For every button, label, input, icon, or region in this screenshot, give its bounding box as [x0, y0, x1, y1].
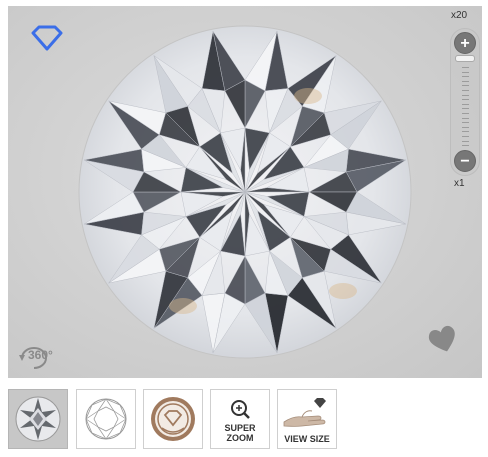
- diamond-diagram-icon: [85, 398, 127, 440]
- thumbnail-certificate[interactable]: [143, 389, 203, 449]
- zoom-minus-icon: −: [460, 153, 470, 170]
- heart-icon[interactable]: [426, 324, 460, 354]
- zoom-tick: [462, 80, 469, 82]
- zoom-slider-handle[interactable]: [455, 55, 475, 62]
- zoom-tick: [462, 145, 469, 147]
- hand-icon: [283, 398, 326, 427]
- zoom-tick: [462, 76, 469, 78]
- zoom-tick: [462, 122, 469, 124]
- diamond-viewer[interactable]: 360° x20 + − x1: [8, 6, 482, 378]
- zoom-plus-button[interactable]: +: [454, 32, 476, 54]
- diamond-reflection: [329, 283, 357, 299]
- zoom-tick: [462, 67, 469, 68]
- zoom-tick: [462, 94, 469, 96]
- zoom-tick: [462, 108, 469, 110]
- zoom-tick: [462, 140, 469, 142]
- diamond-photo-icon: [15, 396, 61, 442]
- zoom-tick: [462, 103, 469, 105]
- diamond-reflection: [294, 88, 322, 104]
- zoom-slider[interactable]: + −: [450, 28, 480, 176]
- zoom-tick: [462, 85, 469, 87]
- zoom-tick: [462, 113, 469, 114]
- super-zoom-label-line2: ZOOM: [226, 433, 254, 443]
- magnifier-icon: [231, 400, 250, 419]
- diamond-reflection: [169, 298, 197, 314]
- thumbnail-view-size[interactable]: VIEW SIZE: [277, 389, 337, 449]
- zoom-tick: [462, 71, 469, 73]
- diamond-logo-icon: [31, 25, 63, 51]
- zoom-tick: [462, 99, 469, 101]
- zoom-plus-icon: +: [460, 35, 470, 52]
- diamond-image: [78, 25, 412, 359]
- zoom-tick: [462, 126, 469, 128]
- zoom-min-label: x1: [454, 178, 465, 189]
- zoom-tick: [462, 90, 469, 91]
- zoom-max-label: x20: [451, 10, 468, 21]
- thumbnail-photo[interactable]: [8, 389, 68, 449]
- certificate-seal-icon: [151, 397, 195, 441]
- view-size-label: VIEW SIZE: [284, 434, 330, 444]
- zoom-tick: [462, 136, 469, 137]
- zoom-tick: [462, 117, 469, 119]
- thumbnail-super-zoom[interactable]: SUPER ZOOM: [210, 389, 270, 449]
- rotate-360-button[interactable]: 360°: [18, 342, 53, 370]
- super-zoom-label-line1: SUPER: [224, 423, 256, 433]
- thumbnail-diagram[interactable]: [76, 389, 136, 449]
- zoom-tick: [462, 131, 469, 133]
- zoom-minus-button[interactable]: −: [454, 150, 476, 172]
- rotate-360-label: 360°: [28, 348, 53, 362]
